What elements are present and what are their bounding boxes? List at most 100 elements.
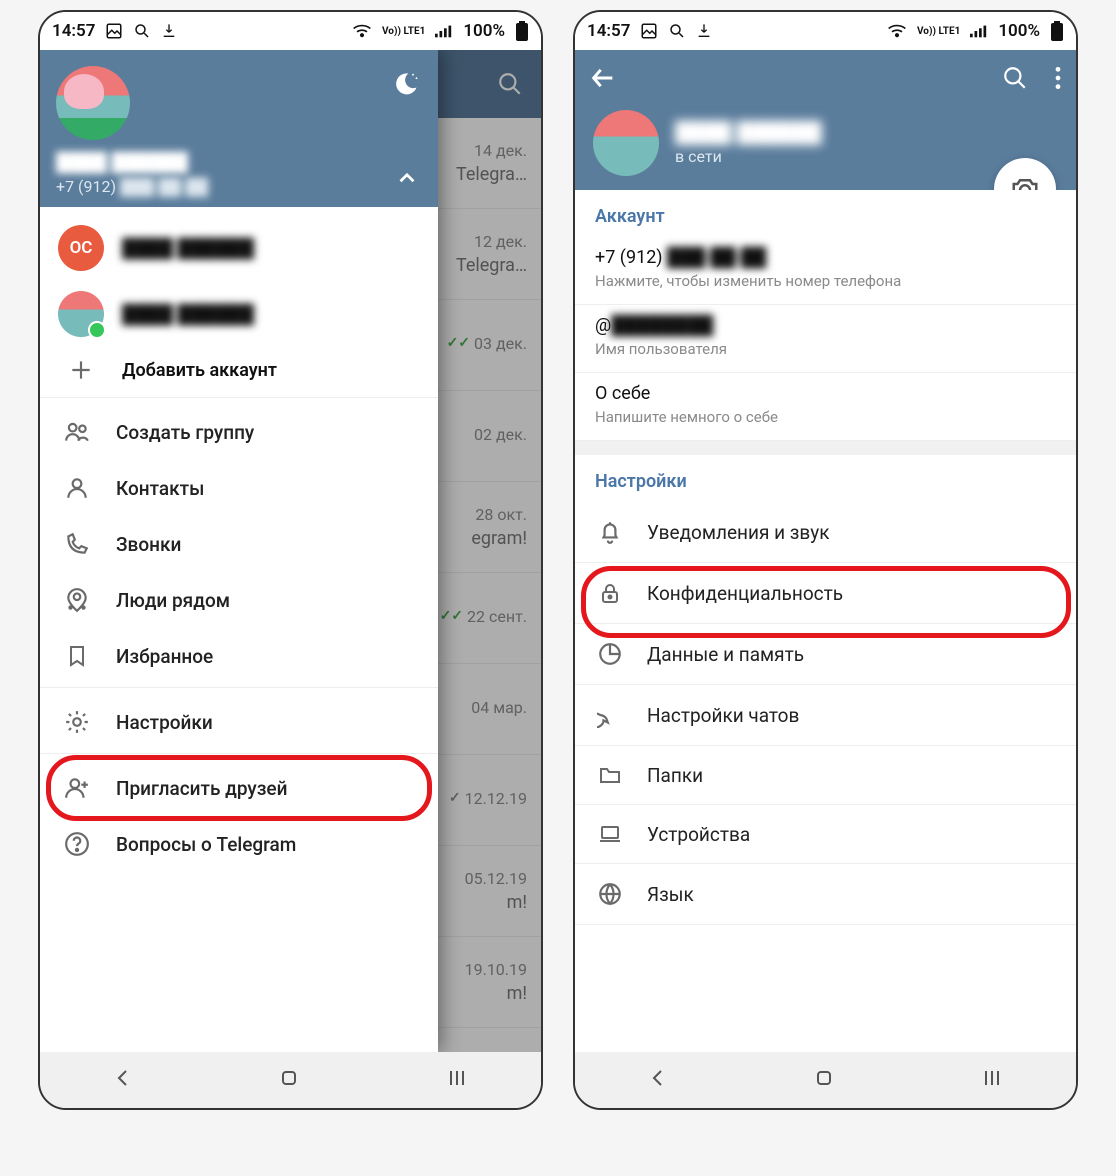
account-name: ████ ██████ xyxy=(122,238,254,259)
status-bar: 14:57 Vo)) LTE1 100% xyxy=(40,12,541,50)
status-net: Vo)) LTE1 xyxy=(382,27,425,36)
help-icon xyxy=(60,831,94,857)
account-name: ████ ██████ xyxy=(122,304,254,325)
profile-name: ████ ██████ xyxy=(675,120,822,145)
home-icon[interactable] xyxy=(812,1066,836,1094)
menu-item-label: Звонки xyxy=(116,533,181,556)
bio-hint: Напишите немного о себе xyxy=(595,408,1056,426)
settings-item-label: Папки xyxy=(647,764,703,787)
call-icon xyxy=(60,531,94,557)
person-icon xyxy=(60,475,94,501)
group-icon xyxy=(60,419,94,445)
battery-icon xyxy=(515,21,529,41)
recents-icon[interactable] xyxy=(444,1066,470,1094)
account-avatar: ОС xyxy=(58,225,104,271)
account-section-title: Аккаунт xyxy=(575,190,1076,237)
phone-screen-2: 14:57 Vo)) LTE1 100% ████ ██████ xyxy=(573,10,1078,1110)
profile-header[interactable]: ████ ██████ в сети xyxy=(575,110,1076,176)
drawer-menu: Создать группу Контакты Звонки Люди рядом Из… xyxy=(40,398,438,1052)
settings-item-label: Язык xyxy=(647,883,694,906)
laptop-icon xyxy=(595,822,625,846)
online-badge-icon xyxy=(88,321,106,339)
menu-item-label: Пригласить друзей xyxy=(116,777,287,800)
account-avatar xyxy=(58,291,104,337)
home-icon[interactable] xyxy=(277,1066,301,1094)
settings-item-label: Настройки чатов xyxy=(647,704,799,727)
account-row[interactable]: ████ ██████ xyxy=(40,281,438,347)
settings-item-lock[interactable]: Конфиденциальность xyxy=(575,563,1076,624)
wifi-icon xyxy=(352,23,372,39)
search-icon xyxy=(668,22,686,40)
status-bar: 14:57 Vo)) LTE1 100% xyxy=(575,12,1076,50)
menu-item-invite[interactable]: Пригласить друзей xyxy=(40,760,438,816)
settings-item-chat[interactable]: Настройки чатов xyxy=(575,685,1076,746)
drawer-username: ████ ██████ xyxy=(56,152,422,173)
add-account-label: Добавить аккаунт xyxy=(122,360,277,381)
globe-icon xyxy=(595,881,625,907)
menu-item-label: Избранное xyxy=(116,645,213,668)
gear-icon xyxy=(60,709,94,735)
drawer-over-chatlist: 14 дек.Telegra…12 дек.Telegra…✓✓03 дек.0… xyxy=(40,50,541,1052)
status-net: Vo)) LTE1 xyxy=(917,27,960,36)
bell-icon xyxy=(595,519,625,545)
lock-icon xyxy=(595,580,625,606)
settings-appbar: ████ ██████ в сети xyxy=(575,50,1076,190)
chat-icon xyxy=(595,702,625,728)
android-navbar xyxy=(40,1052,541,1108)
status-time: 14:57 xyxy=(52,21,95,41)
menu-item-label: Создать группу xyxy=(116,421,254,444)
settings-item-bell[interactable]: Уведомления и звук xyxy=(575,502,1076,563)
plus-icon xyxy=(58,357,104,383)
signal-icon xyxy=(970,24,988,38)
username-field[interactable]: @████████ Имя пользователя xyxy=(575,305,1076,373)
menu-item-label: Настройки xyxy=(116,711,213,734)
settings-content: Аккаунт +7 (912) ███-██-██ Нажмите, чтоб… xyxy=(575,190,1076,1052)
avatar[interactable] xyxy=(56,66,130,140)
settings-item-pie[interactable]: Данные и память xyxy=(575,624,1076,685)
menu-item-person[interactable]: Контакты xyxy=(40,460,438,516)
search-icon xyxy=(133,22,151,40)
nav-drawer: ████ ██████ +7 (912) ███-██-██ ОС ████ █… xyxy=(40,50,438,1052)
section-divider xyxy=(575,441,1076,455)
search-icon[interactable] xyxy=(1002,65,1028,95)
avatar xyxy=(593,110,659,176)
settings-item-label: Конфиденциальность xyxy=(647,582,843,605)
menu-item-call[interactable]: Звонки xyxy=(40,516,438,572)
menu-item-bookmark[interactable]: Избранное xyxy=(40,628,438,688)
settings-item-laptop[interactable]: Устройства xyxy=(575,805,1076,864)
status-time: 14:57 xyxy=(587,21,630,41)
settings-item-globe[interactable]: Язык xyxy=(575,864,1076,925)
add-account-row[interactable]: Добавить аккаунт xyxy=(40,347,438,393)
night-mode-icon[interactable] xyxy=(392,70,420,102)
status-battery-pct: 100% xyxy=(998,21,1040,41)
phone-field[interactable]: +7 (912) ███-██-██ Нажмите, чтобы измени… xyxy=(575,237,1076,305)
settings-section-title: Настройки xyxy=(575,455,1076,502)
accounts-section: ОС ████ ██████ ████ ██████ Добавить акка… xyxy=(40,207,438,398)
bio-field[interactable]: О себе Напишите немного о себе xyxy=(575,373,1076,441)
more-icon[interactable] xyxy=(1054,65,1062,95)
drawer-phone: +7 (912) ███-██-██ xyxy=(56,177,422,197)
settings-item-label: Данные и память xyxy=(647,643,804,666)
status-battery-pct: 100% xyxy=(463,21,505,41)
menu-item-near[interactable]: Люди рядом xyxy=(40,572,438,628)
menu-item-group[interactable]: Создать группу xyxy=(40,404,438,460)
back-icon[interactable] xyxy=(111,1066,135,1094)
recents-icon[interactable] xyxy=(979,1066,1005,1094)
menu-item-gear[interactable]: Настройки xyxy=(40,694,438,754)
settings-item-folder[interactable]: Папки xyxy=(575,746,1076,805)
menu-item-label: Люди рядом xyxy=(116,589,230,612)
menu-item-label: Контакты xyxy=(116,477,204,500)
phone-hint: Нажмите, чтобы изменить номер телефона xyxy=(595,272,1056,290)
back-arrow-icon[interactable] xyxy=(589,64,617,96)
android-navbar xyxy=(575,1052,1076,1108)
bookmark-icon xyxy=(60,643,94,669)
back-icon[interactable] xyxy=(646,1066,670,1094)
download-icon xyxy=(161,22,177,40)
phone-screen-1: 14:57 Vo)) LTE1 100% 14 дек.Telegra…12 д… xyxy=(38,10,543,1110)
username-hint: Имя пользователя xyxy=(595,340,1056,358)
image-icon xyxy=(105,22,123,40)
profile-status: в сети xyxy=(675,147,822,166)
menu-item-help[interactable]: Вопросы о Telegram xyxy=(40,816,438,872)
account-row[interactable]: ОС ████ ██████ xyxy=(40,215,438,281)
image-icon xyxy=(640,22,658,40)
